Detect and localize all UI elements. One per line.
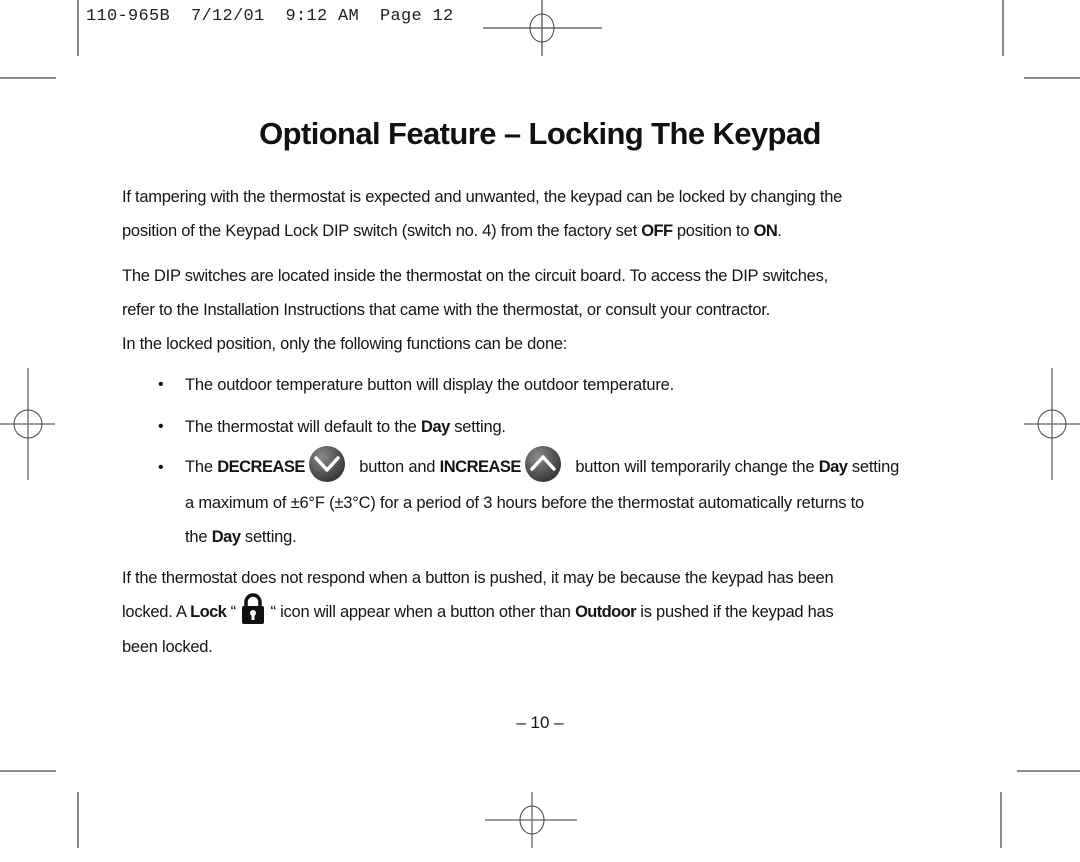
chevron-up-button-icon [524, 445, 561, 482]
registration-crosshair-icon [485, 792, 577, 848]
bullet-3-line-1: The DECREASE button and INCREASE button … [185, 445, 899, 484]
bullet-marker: • [158, 376, 164, 393]
registration-crosshair-icon [0, 368, 55, 480]
intro-line-1: If tampering with the thermostat is expe… [122, 188, 843, 206]
crop-mark-bottom-left-horizontal [0, 770, 56, 772]
day-label: Day [211, 528, 241, 546]
registration-crosshair-icon [483, 0, 602, 56]
crop-mark-top-left-horizontal [0, 77, 56, 79]
page-title: Optional Feature – Locking The Keypad [259, 116, 821, 151]
on-label: ON [753, 222, 778, 240]
registration-crosshair-icon [1024, 368, 1080, 480]
chevron-down-button-icon [308, 445, 345, 482]
increase-label: INCREASE [439, 458, 522, 476]
bullet-3-line-2: a maximum of ±6°F (±3°C) for a period of… [185, 494, 865, 512]
dip-line-2: refer to the Installation Instructions t… [122, 301, 770, 319]
lock-label: Lock [190, 603, 227, 621]
crop-mark-top-left-vertical [77, 0, 79, 56]
bullet-3-line-3: the Day setting. [185, 528, 297, 546]
crop-mark-bottom-right-vertical [1000, 792, 1002, 848]
noresponse-line-2: locked. A Lock “ “ icon will appear when… [122, 592, 834, 629]
bullet-marker: • [158, 418, 164, 435]
crop-mark-bottom-right-horizontal [1017, 770, 1080, 772]
day-label: Day [818, 458, 848, 476]
noresponse-line-3: been locked. [122, 638, 213, 656]
bullet-2-text: The thermostat will default to the Day s… [185, 418, 506, 436]
noresponse-line-1: If the thermostat does not respond when … [122, 569, 834, 587]
crop-mark-bottom-left-vertical [77, 792, 79, 848]
day-label: Day [421, 418, 450, 436]
dip-line-1: The DIP switches are located inside the … [122, 267, 828, 285]
padlock-icon [242, 592, 265, 624]
outdoor-label: Outdoor [575, 603, 636, 621]
locked-intro: In the locked position, only the followi… [122, 335, 568, 353]
decrease-label: DECREASE [217, 458, 305, 476]
intro-line-2: position of the Keypad Lock DIP switch (… [122, 222, 782, 240]
bullet-1-text: The outdoor temperature button will disp… [185, 376, 675, 394]
page-number: – 10 – [516, 713, 564, 732]
bullet-marker: • [158, 459, 164, 476]
crop-mark-top-right-horizontal [1024, 77, 1080, 79]
off-label: OFF [641, 222, 673, 240]
crop-mark-top-right-vertical [1002, 0, 1004, 56]
print-slug-line: 110-965B 7/12/01 9:12 AM Page 12 [86, 7, 454, 26]
